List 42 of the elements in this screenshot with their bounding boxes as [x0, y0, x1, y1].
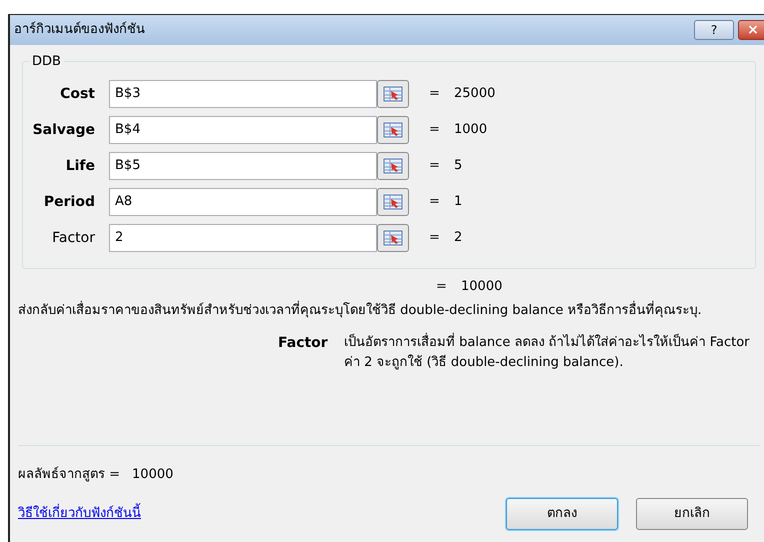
argument-result: 25000 [454, 85, 496, 104]
equals-sign: = [429, 229, 441, 248]
dialog-button[interactable]: ยกเลิก [636, 498, 748, 530]
help-link[interactable]: วิธีใช้เกี่ยวกับฟังก์ชันนี้ [18, 504, 141, 524]
argument-label: Period [42, 192, 96, 212]
window-title: อาร์กิวเมนต์ของฟังก์ชัน [14, 20, 145, 40]
range-select-icon [383, 158, 403, 174]
argument-field[interactable]: B$4 [109, 116, 377, 144]
collapse-button[interactable] [377, 80, 409, 108]
function-description: ส่งกลับค่าเสื่อมราคาของสินทรัพย์สำหรับช่วงเวลาที่คุณระบุโดยใช้วิธี double-declining balance หรือวิธีการอื่นที่คุณระบุ. [10, 301, 750, 321]
argument-label: Cost [59, 84, 96, 104]
collapse-button[interactable] [377, 152, 409, 180]
argument-label: Factor [51, 228, 96, 248]
equals-sign: = [429, 121, 441, 140]
help-button[interactable]: ? [694, 20, 734, 40]
formula-result-label: ผลลัพธ์จากสูตร = [18, 466, 120, 484]
formula-result-value: 10000 [132, 466, 174, 484]
range-select-icon [383, 194, 403, 210]
collapse-button[interactable] [377, 188, 409, 216]
collapse-button[interactable] [377, 116, 409, 144]
equals-sign: = [436, 278, 448, 296]
argument-field[interactable]: 2 [109, 224, 377, 252]
function-result: 10000 [461, 278, 502, 296]
argument-result: 5 [454, 157, 462, 176]
equals-sign: = [429, 157, 441, 176]
argument-help-name: Factor [278, 334, 329, 353]
argument-result: 1000 [454, 121, 488, 140]
equals-sign: = [429, 193, 441, 212]
collapse-button[interactable] [377, 224, 409, 252]
argument-field[interactable]: B$3 [109, 80, 377, 108]
argument-help-text: เป็นอัตราการเสื่อมที่ balance ลดลง ถ้าไม่ได้ใส่ค่าอะไรให้เป็นค่า Factor ค่า 2 จะถูกใช้ (วิธี double-declining balance). [344, 333, 758, 373]
argument-field[interactable]: A8 [109, 188, 377, 216]
argument-field[interactable]: B$5 [109, 152, 377, 180]
range-select-icon [383, 230, 403, 246]
argument-label: Salvage [32, 120, 96, 140]
range-select-icon [383, 86, 403, 102]
argument-result: 2 [454, 229, 462, 248]
range-select-icon [383, 122, 403, 138]
argument-label: Life [64, 156, 96, 176]
argument-result: 1 [454, 193, 462, 212]
equals-sign: = [429, 85, 441, 104]
dialog-button[interactable]: ตกลง [506, 498, 618, 530]
